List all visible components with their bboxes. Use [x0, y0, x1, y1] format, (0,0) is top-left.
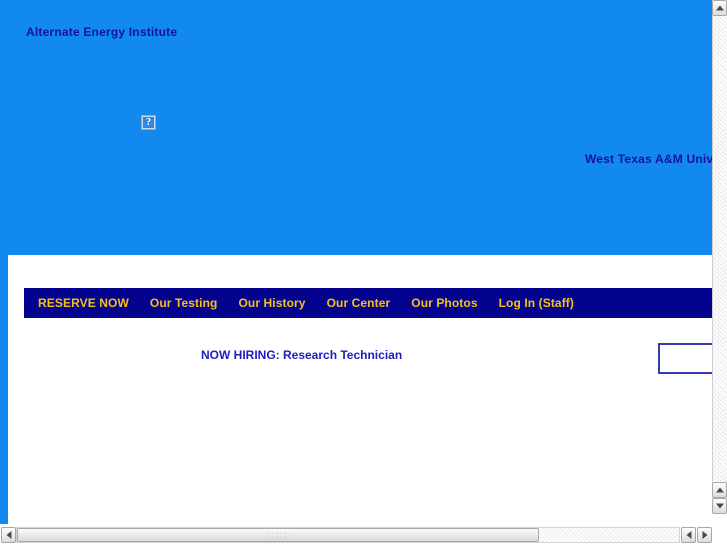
- vertical-scrollbar-track[interactable]: [712, 16, 727, 482]
- vertical-scrollbar[interactable]: [712, 0, 727, 545]
- content-area: RESERVE NOW Our Testing Our History Our …: [8, 255, 712, 524]
- scroll-up-button-top[interactable]: [712, 0, 727, 16]
- browser-viewport: Alternate Energy Institute ? West Texas …: [0, 0, 712, 524]
- grip-dots-icon: [267, 531, 289, 539]
- site-masthead: Alternate Energy Institute ? West Texas …: [0, 0, 712, 255]
- horizontal-scrollbar[interactable]: [0, 524, 727, 545]
- site-title: Alternate Energy Institute: [26, 25, 178, 39]
- university-name: West Texas A&M Univ: [585, 152, 712, 166]
- nav-link-our-history[interactable]: Our History: [238, 296, 305, 310]
- chevron-left-icon: [686, 531, 691, 539]
- hiring-notice: NOW HIRING: Research Technician: [201, 348, 403, 362]
- chevron-down-icon: [715, 503, 724, 509]
- scroll-down-button[interactable]: [712, 498, 727, 514]
- nav-link-our-photos[interactable]: Our Photos: [411, 296, 477, 310]
- side-content-box[interactable]: [658, 343, 712, 374]
- chevron-up-icon: [715, 5, 724, 11]
- nav-link-our-center[interactable]: Our Center: [327, 296, 391, 310]
- chevron-right-icon: [702, 531, 707, 539]
- nav-link-our-testing[interactable]: Our Testing: [150, 296, 218, 310]
- scroll-left-button-start[interactable]: [1, 527, 16, 543]
- scroll-right-button[interactable]: [697, 527, 712, 543]
- scrollbar-corner: [712, 524, 727, 545]
- scroll-left-button[interactable]: [681, 527, 696, 543]
- chevron-left-icon: [6, 531, 11, 539]
- horizontal-scrollbar-thumb[interactable]: [17, 528, 539, 542]
- main-navigation: RESERVE NOW Our Testing Our History Our …: [24, 288, 712, 318]
- left-blue-rail: [0, 255, 8, 524]
- nav-link-log-in-staff[interactable]: Log In (Staff): [499, 296, 574, 310]
- nav-link-reserve-now[interactable]: RESERVE NOW: [38, 296, 129, 310]
- scroll-up-button[interactable]: [712, 482, 727, 498]
- nav-link-list: RESERVE NOW Our Testing Our History Our …: [24, 288, 712, 318]
- hiring-announcement-row: NOW HIRING: Research Technician: [8, 340, 712, 380]
- broken-image-icon-logo: ?: [141, 115, 156, 130]
- chevron-up-icon: [715, 487, 724, 493]
- web-page: Alternate Energy Institute ? West Texas …: [0, 0, 712, 524]
